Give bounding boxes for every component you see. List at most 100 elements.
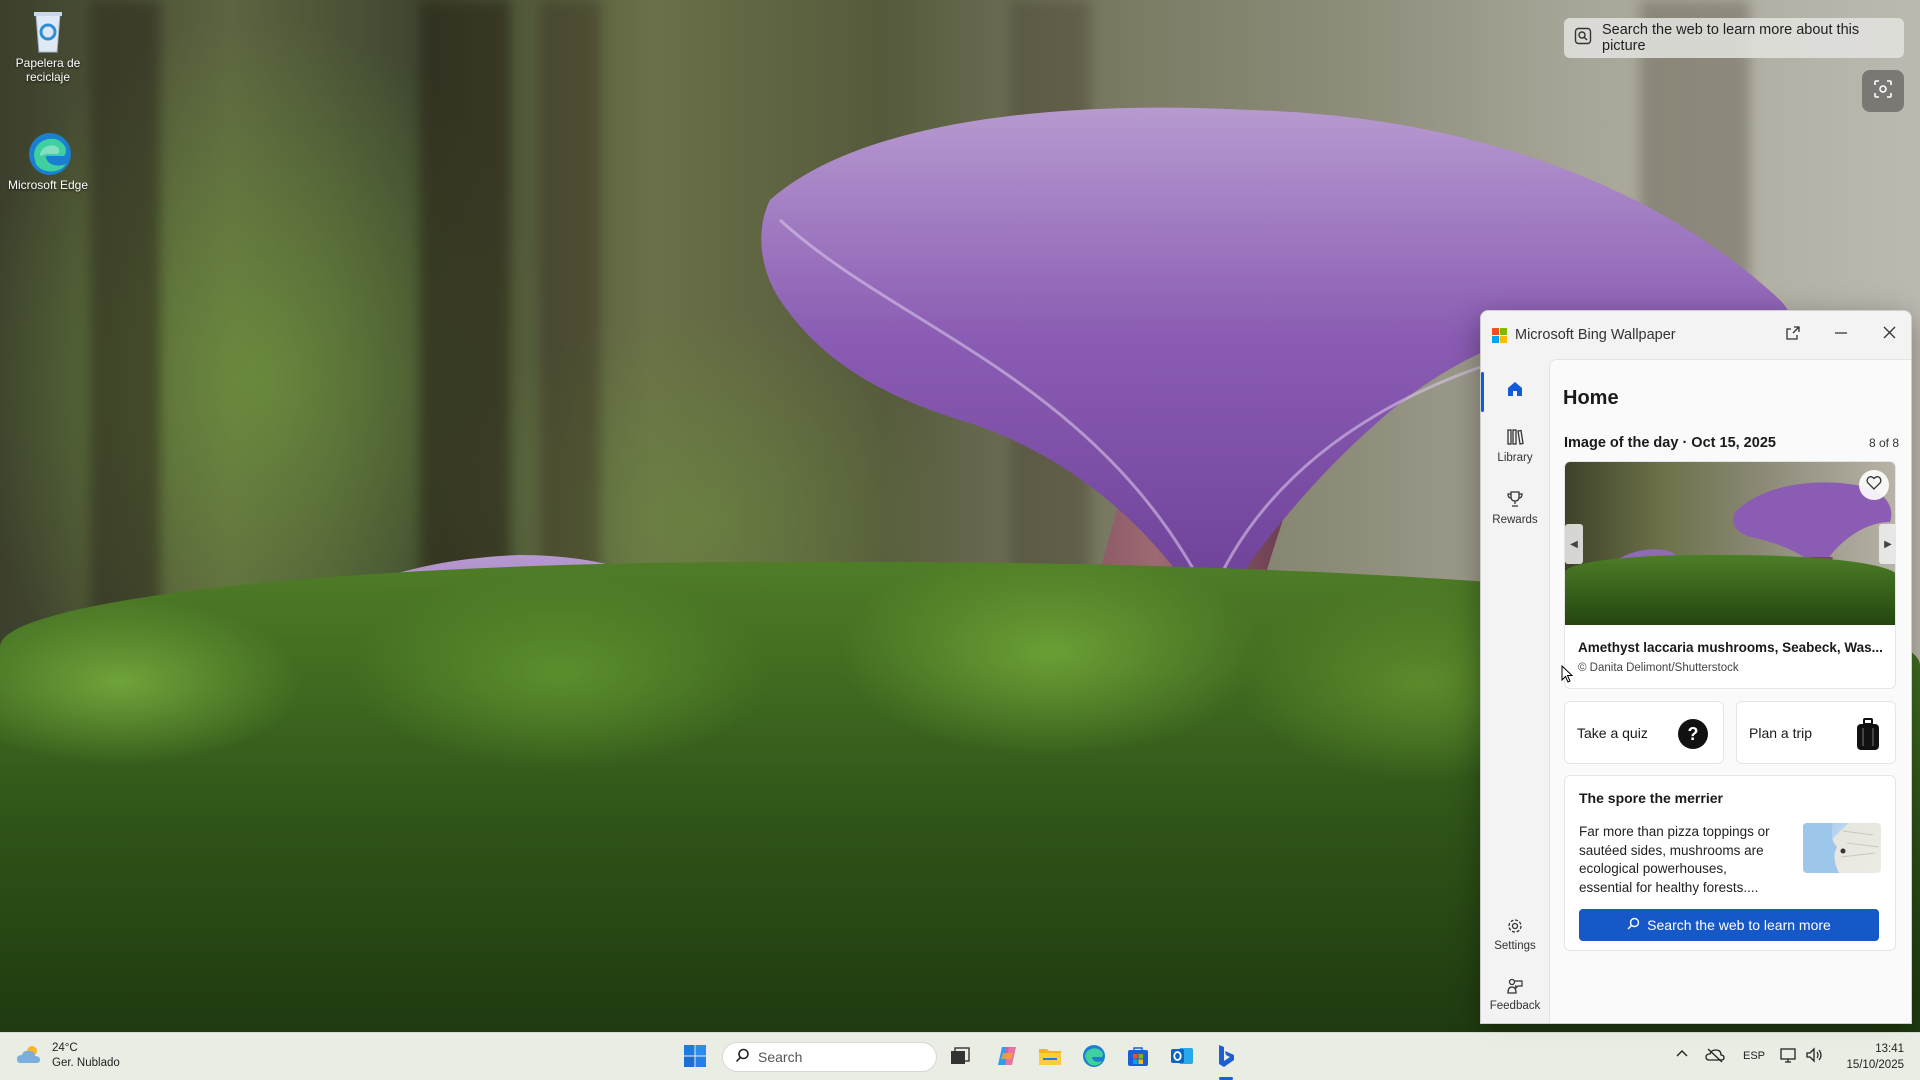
- mouse-cursor-icon: [1561, 665, 1573, 683]
- outlook-icon: [1170, 1044, 1194, 1073]
- nav-feedback[interactable]: Feedback: [1481, 977, 1549, 1012]
- visual-search-button[interactable]: [1862, 70, 1904, 112]
- taskbar-search[interactable]: Search: [722, 1042, 937, 1072]
- nav-settings[interactable]: Settings: [1481, 917, 1549, 952]
- learn-more-picture-button[interactable]: Search the web to learn more about this …: [1564, 18, 1904, 58]
- bing-icon: [1216, 1044, 1236, 1073]
- svg-text:?: ?: [1688, 724, 1699, 744]
- copilot-button[interactable]: [990, 1041, 1024, 1075]
- nav-settings-label: Settings: [1494, 940, 1536, 952]
- title-bar[interactable]: Microsoft Bing Wallpaper: [1481, 311, 1911, 359]
- search-web-label: Search the web to learn more: [1647, 917, 1831, 933]
- edge-icon: [1082, 1044, 1106, 1073]
- nav-rewards[interactable]: Rewards: [1481, 489, 1549, 526]
- take-quiz-card[interactable]: Take a quiz ?: [1564, 701, 1724, 764]
- volume-icon: [1805, 1047, 1823, 1066]
- weather-temperature: 24°C: [52, 1042, 78, 1054]
- store-icon: [1127, 1045, 1149, 1072]
- clock-date: 15/10/2025: [1846, 1059, 1904, 1071]
- nav-library[interactable]: Library: [1481, 427, 1549, 464]
- copilot-icon: [995, 1044, 1019, 1073]
- bing-wallpaper-taskbar-button[interactable]: [1209, 1041, 1243, 1075]
- previous-image-button[interactable]: ◀: [1565, 524, 1583, 564]
- close-button[interactable]: [1874, 321, 1904, 349]
- chevron-right-icon: ▶: [1884, 538, 1892, 550]
- file-explorer-button[interactable]: [1033, 1041, 1067, 1075]
- volume-button[interactable]: [1805, 1047, 1823, 1066]
- nav-feedback-label: Feedback: [1489, 1000, 1541, 1012]
- task-view-icon: [949, 1046, 971, 1071]
- search-web-button[interactable]: Search the web to learn more: [1579, 909, 1879, 941]
- desktop-icon-recycle-bin[interactable]: Papelera de reciclaje: [6, 8, 90, 84]
- luggage-icon: [1855, 718, 1881, 755]
- question-icon: ?: [1677, 718, 1709, 753]
- side-navigation: Library Rewards Settings Feedback: [1481, 359, 1549, 1023]
- file-explorer-icon: [1038, 1045, 1062, 1072]
- wallpaper-thumbnail[interactable]: ◀ ▶: [1565, 462, 1895, 625]
- image-of-day-label: Image of the day · Oct 15, 2025: [1564, 435, 1776, 451]
- show-hidden-icons-button[interactable]: [1675, 1047, 1689, 1064]
- article-card: The spore the merrier Far more than pizz…: [1564, 775, 1896, 951]
- taskbar: 24°C Ger. Nublado Search ESP 13:41 15/10…: [0, 1032, 1920, 1080]
- minimize-icon: [1834, 326, 1848, 345]
- nav-rewards-label: Rewards: [1492, 514, 1538, 526]
- network-button[interactable]: [1780, 1047, 1798, 1066]
- article-title: The spore the merrier: [1579, 790, 1723, 806]
- feedback-icon: [1506, 978, 1524, 998]
- image-caption: Amethyst laccaria mushrooms, Seabeck, Wa…: [1578, 640, 1883, 655]
- nav-library-label: Library: [1497, 452, 1533, 464]
- plan-trip-card[interactable]: Plan a trip: [1736, 701, 1896, 764]
- visual-search-icon: [1574, 27, 1592, 49]
- cloudy-weather-icon: [16, 1043, 44, 1070]
- network-icon: [1780, 1048, 1798, 1066]
- gear-icon: [1506, 919, 1524, 938]
- image-counter: 8 of 8: [1868, 436, 1899, 450]
- bing-wallpaper-window: Microsoft Bing Wallpaper Library Rewards…: [1480, 310, 1912, 1024]
- search-icon: [735, 1048, 750, 1066]
- thumbnail-moss: [1565, 555, 1895, 625]
- store-button[interactable]: [1121, 1041, 1155, 1075]
- image-credit: © Danita Delimont/Shutterstock: [1578, 662, 1739, 674]
- desktop-icon-label: Papelera de reciclaje: [15, 56, 81, 84]
- plan-trip-label: Plan a trip: [1749, 724, 1813, 741]
- onedrive-offline-icon: [1705, 1048, 1725, 1066]
- trophy-icon: [1505, 491, 1525, 512]
- outlook-button[interactable]: [1165, 1041, 1199, 1075]
- close-icon: [1883, 326, 1896, 344]
- visual-search-icon: [1873, 79, 1893, 104]
- weather-condition: Ger. Nublado: [52, 1057, 120, 1069]
- clock-time: 13:41: [1875, 1043, 1904, 1055]
- image-of-day-card[interactable]: ◀ ▶ Amethyst laccaria mushrooms, Seabeck…: [1564, 461, 1896, 689]
- desktop-icon-label: Microsoft Edge: [7, 178, 89, 192]
- share-button[interactable]: [1778, 321, 1808, 349]
- edge-icon: [26, 130, 71, 175]
- heart-icon: [1866, 475, 1882, 495]
- take-quiz-label: Take a quiz: [1577, 724, 1648, 741]
- article-body: Far more than pizza toppings or sautéed …: [1579, 824, 1770, 895]
- nav-home[interactable]: [1481, 379, 1549, 402]
- minimize-button[interactable]: [1826, 321, 1856, 349]
- start-icon: [683, 1044, 707, 1073]
- chevron-up-icon: [1675, 1050, 1689, 1064]
- search-icon: [1627, 917, 1640, 933]
- window-title: Microsoft Bing Wallpaper: [1515, 327, 1676, 343]
- weather-widget[interactable]: 24°C Ger. Nublado: [16, 1041, 120, 1071]
- share-icon: [1785, 325, 1801, 346]
- learn-more-text: Search the web to learn more about this …: [1602, 22, 1860, 54]
- task-view-button[interactable]: [943, 1041, 977, 1075]
- start-button[interactable]: [678, 1041, 712, 1075]
- taskbar-edge-button[interactable]: [1077, 1041, 1111, 1075]
- library-icon: [1505, 429, 1525, 450]
- favorite-button[interactable]: [1859, 470, 1889, 500]
- system-clock[interactable]: 13:41 15/10/2025: [1846, 1041, 1904, 1073]
- language-indicator[interactable]: ESP: [1743, 1050, 1765, 1062]
- recycle-bin-icon: [26, 8, 70, 53]
- home-panel: Home Image of the day · Oct 15, 2025 8 o…: [1549, 359, 1911, 1023]
- microsoft-logo-icon: [1492, 327, 1507, 343]
- next-image-button[interactable]: ▶: [1879, 524, 1895, 564]
- onedrive-button[interactable]: [1705, 1047, 1725, 1066]
- page-title: Home: [1563, 387, 1619, 409]
- map-thumbnail[interactable]: [1803, 823, 1881, 873]
- desktop-icon-edge[interactable]: Microsoft Edge: [6, 130, 90, 192]
- taskbar-search-placeholder: Search: [758, 1049, 803, 1065]
